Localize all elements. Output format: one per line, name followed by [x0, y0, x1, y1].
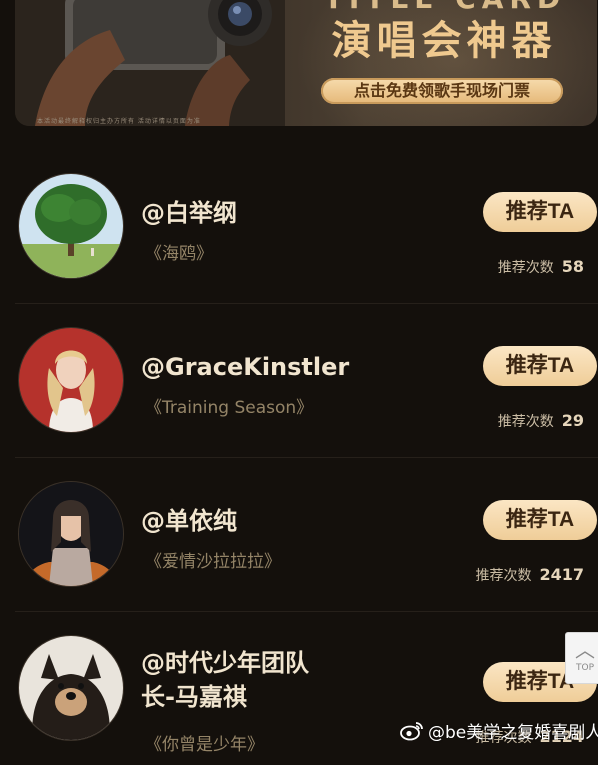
recommend-count-value: 29: [561, 411, 584, 430]
recommend-count: 推荐次数 58: [498, 257, 584, 277]
banner-top-text: TITLE CARD: [315, 0, 575, 15]
banner-headline: 演唱会神器: [331, 18, 557, 64]
singer-name-line-1: @时代少年团队: [141, 649, 309, 677]
watermark: @be美学之复婚喜剧人: [400, 718, 598, 743]
recommend-count-label: 推荐次数: [497, 414, 554, 430]
chevron-up-icon: ︿: [575, 638, 595, 662]
back-to-top-button[interactable]: ︿ TOP: [565, 632, 598, 684]
song-title: 《Training Season》: [145, 398, 314, 418]
song-title: 《你曾是少年》: [145, 735, 264, 755]
recommend-count: 推荐次数 2417: [475, 565, 584, 585]
song-title: 《爱情沙拉拉拉》: [145, 552, 281, 572]
portrait-avatar-image: [19, 482, 123, 586]
watermark-text: @be美学之复婚喜剧人: [428, 723, 598, 743]
back-to-top-label: TOP: [575, 663, 594, 673]
recommend-count-value: 2417: [539, 565, 584, 584]
singer-name: @GraceKinstler: [141, 353, 350, 381]
recommend-count-label: 推荐次数: [475, 568, 532, 584]
singer-name: @单依纯: [141, 507, 237, 535]
dog-avatar-image: [19, 636, 123, 740]
banner-fine-print: 本活动最终解释权归主办方所有 活动详情以页面为准: [37, 118, 201, 125]
singer-name: @时代少年团队 长-马嘉祺: [141, 646, 309, 714]
song-title: 《海鸥》: [145, 244, 213, 264]
recommend-button[interactable]: 推荐TA: [483, 346, 597, 386]
singer-name-line-2: 长-马嘉祺: [141, 683, 247, 711]
list-item: @单依纯 《爱情沙拉拉拉》 推荐TA 推荐次数 2417: [15, 457, 598, 611]
recommend-count: 推荐次数 29: [498, 411, 584, 431]
weibo-icon: [400, 722, 423, 741]
phone-camera-illustration: [15, 0, 285, 126]
avatar[interactable]: [19, 174, 123, 278]
avatar[interactable]: [19, 328, 123, 432]
avatar[interactable]: [19, 482, 123, 586]
recommend-list: @白举纲 《海鸥》 推荐TA 推荐次数 58 @GraceKinstler 《Tr…: [15, 150, 598, 765]
recommend-count-label: 推荐次数: [497, 260, 554, 276]
tree-avatar-image: [19, 174, 123, 278]
avatar[interactable]: [19, 636, 123, 740]
recommend-button[interactable]: 推荐TA: [483, 500, 597, 540]
portrait-avatar-image: [19, 328, 123, 432]
promo-banner[interactable]: TITLE CARD 演唱会神器 点击免费领歌手现场门票 本活动最终解释权归主办…: [15, 0, 597, 126]
singer-name: @白举纲: [141, 199, 237, 227]
recommend-count-value: 58: [561, 257, 584, 276]
list-item: @GraceKinstler 《Training Season》 推荐TA 推荐…: [15, 303, 598, 457]
free-ticket-button[interactable]: 点击免费领歌手现场门票: [321, 78, 563, 104]
recommend-button[interactable]: 推荐TA: [483, 192, 597, 232]
list-item: @白举纲 《海鸥》 推荐TA 推荐次数 58: [15, 150, 598, 303]
